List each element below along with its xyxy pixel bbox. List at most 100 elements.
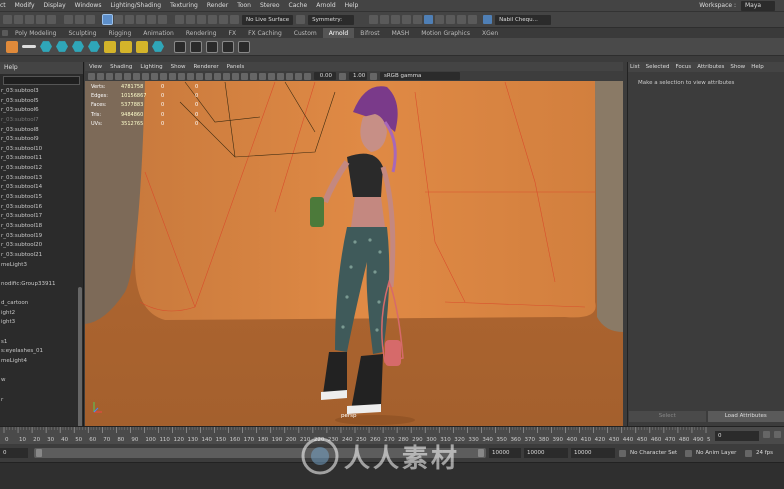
load-attributes-button[interactable]: Load Attributes (707, 411, 784, 422)
outliner-item[interactable]: r_03:subtool13 (0, 174, 83, 184)
outliner-item[interactable]: r_03:subtool14 (0, 183, 83, 193)
arnold-render-view-icon[interactable] (6, 40, 18, 53)
lasso-tool-icon[interactable] (114, 15, 123, 24)
viewport-menu-2[interactable]: Lighting (140, 64, 162, 70)
outliner-item[interactable]: r_03:subtool15 (0, 193, 83, 203)
shelf-tab-7[interactable]: Custom (288, 28, 323, 39)
make-live-icon[interactable] (230, 15, 239, 24)
menu-item-4[interactable]: Lighting/Shading (110, 2, 161, 9)
end-time-field[interactable]: 10000 (524, 448, 568, 458)
current-frame-field[interactable]: 0 (715, 431, 759, 441)
wireframe-icon[interactable] (178, 72, 185, 80)
outliner-item[interactable]: r (0, 396, 83, 406)
motion-blur-icon[interactable] (250, 72, 257, 80)
attribute-menu-5[interactable]: Help (751, 64, 764, 70)
snap-curve-icon[interactable] (186, 15, 195, 24)
menu-item-10[interactable]: Arnold (316, 2, 335, 9)
outliner-item[interactable]: nodific:Group33911 (0, 280, 83, 290)
outliner-item[interactable]: r_03:subtool10 (0, 145, 83, 155)
arnold-light-manager-icon[interactable] (238, 40, 250, 53)
arnold-render-icon[interactable] (435, 15, 445, 24)
outliner-item[interactable]: r_03:subtool21 (0, 251, 83, 261)
history-icon[interactable] (369, 15, 379, 24)
outliner-item[interactable] (0, 328, 83, 338)
attribute-menu-1[interactable]: Selected (646, 64, 670, 70)
arnold-skydome-icon[interactable] (72, 41, 84, 52)
outliner-item[interactable]: meLight4 (0, 357, 83, 367)
arnold-ipr-icon[interactable] (446, 15, 456, 24)
outliner-item[interactable]: r_03:subtool20 (0, 241, 83, 251)
wireframe-on-shaded-icon[interactable] (205, 72, 212, 80)
shelf-tab-3[interactable]: Animation (137, 28, 180, 39)
film-gate-icon[interactable] (133, 72, 140, 80)
start-time-field[interactable]: 0 (0, 448, 28, 458)
shelf-tab-4[interactable]: Rendering (180, 28, 223, 39)
color-space-dropdown[interactable]: sRGB gamma (380, 72, 460, 80)
outliner-item[interactable] (0, 367, 83, 377)
arnold-photometric-icon[interactable] (88, 41, 100, 52)
outliner-item[interactable]: r_03:subtool11 (0, 154, 83, 164)
xray-joints-icon[interactable] (295, 72, 302, 80)
field-chart-icon[interactable] (160, 72, 167, 80)
menu-item-5[interactable]: Texturing (170, 2, 198, 9)
fps-dropdown[interactable]: 24 fps (753, 448, 777, 458)
arnold-quad-light-icon[interactable] (22, 45, 36, 48)
color-management-icon[interactable] (370, 72, 377, 80)
step-back-icon[interactable] (773, 431, 781, 438)
anim-layer-dropdown[interactable]: No Anim Layer (693, 448, 741, 458)
live-surface-field[interactable]: No Live Surface (242, 14, 294, 25)
shelf-menu-icon[interactable] (2, 30, 8, 36)
menu-item-1[interactable]: Modify (15, 2, 35, 9)
playback-end-field[interactable]: 10000 (489, 448, 521, 458)
select-by-hierarchy-icon[interactable] (64, 15, 73, 24)
symmetry-icon[interactable] (296, 15, 306, 24)
camera-attributes-icon[interactable] (97, 72, 104, 80)
snap-view-plane-icon[interactable] (219, 15, 228, 24)
workspace-selector[interactable]: Workspace : Maya Classic (699, 0, 784, 11)
outliner-item[interactable]: meLight3 (0, 261, 83, 271)
workspace-dropdown[interactable]: Maya Classic (741, 0, 775, 11)
redo-icon[interactable] (47, 15, 56, 24)
menu-item-6[interactable]: Render (207, 2, 228, 9)
isolate-select-icon[interactable] (268, 72, 275, 80)
menu-item-8[interactable]: Stereo (260, 2, 280, 9)
playback-controls[interactable] (762, 431, 784, 441)
attribute-menu-4[interactable]: Show (730, 64, 745, 70)
move-tool-icon[interactable] (136, 15, 145, 24)
attribute-menu-0[interactable]: List (630, 64, 640, 70)
gamma-field[interactable]: 1.00 (349, 72, 367, 80)
select-tool-icon[interactable] (102, 14, 113, 25)
viewport-menu-4[interactable]: Renderer (193, 64, 218, 70)
outliner-item[interactable]: r_03:subtool9 (0, 135, 83, 145)
arnold-procedural-icon[interactable] (136, 40, 148, 53)
viewport-menu-1[interactable]: Shading (110, 64, 132, 70)
outliner-menu-help[interactable]: Help (0, 62, 83, 74)
xray-active-icon[interactable] (286, 72, 293, 80)
textured-icon[interactable] (214, 72, 221, 80)
ambient-occlusion-icon[interactable] (241, 72, 248, 80)
arnold-tx-manager-icon[interactable] (222, 40, 234, 53)
symmetry-dropdown[interactable]: Symmetry: Off (308, 14, 355, 33)
character-set-dropdown[interactable]: No Character Set (627, 448, 681, 458)
outliner-item[interactable]: w (0, 376, 83, 386)
shelf-tab-10[interactable]: MASH (386, 28, 416, 39)
ipr-render-icon[interactable] (402, 15, 412, 24)
outliner-item[interactable]: r_03:subtool6 (0, 106, 83, 116)
outliner-search-input[interactable] (3, 76, 80, 85)
outliner-item[interactable]: r_03:subtool8 (0, 126, 83, 136)
use-all-lights-icon[interactable] (223, 72, 230, 80)
default-material-icon[interactable] (196, 72, 203, 80)
menu-item-7[interactable]: Toon (237, 2, 251, 9)
outliner-item[interactable]: r_03:subtool3 (0, 87, 83, 97)
select-button[interactable]: Select (629, 411, 706, 422)
bookmarks-icon[interactable] (106, 72, 113, 80)
attribute-menu-3[interactable]: Attributes (697, 64, 724, 70)
shelf-tab-9[interactable]: Bifrost (354, 28, 385, 39)
select-by-object-icon[interactable] (75, 15, 84, 24)
scale-tool-icon[interactable] (158, 15, 167, 24)
shelf-tab-11[interactable]: Motion Graphics (415, 28, 476, 39)
exposure-field[interactable]: 0.00 (314, 72, 336, 80)
render-view-icon[interactable] (380, 15, 390, 24)
arnold-curve-collector-icon[interactable] (152, 41, 164, 52)
shelf-tab-2[interactable]: Rigging (103, 28, 138, 39)
